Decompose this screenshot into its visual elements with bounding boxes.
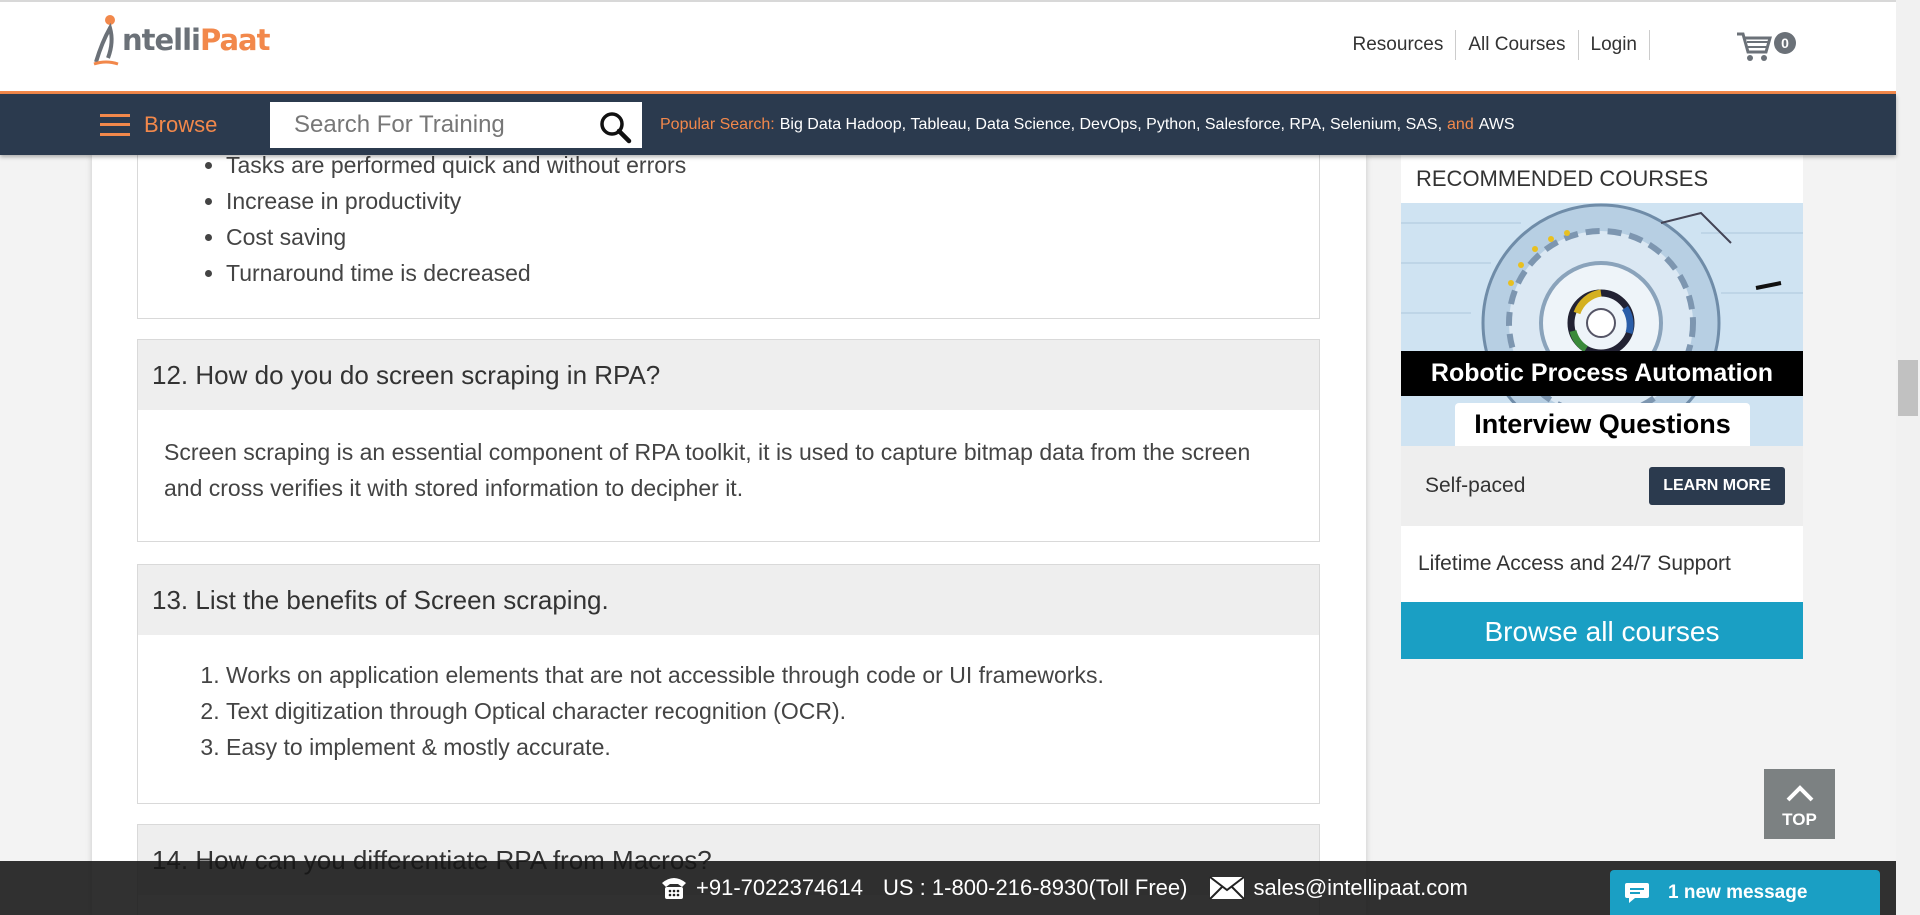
chat-bubble-icon [1625, 882, 1649, 903]
benefits-list: Works on application elements that are n… [138, 657, 1319, 765]
divider [1649, 30, 1650, 60]
chat-widget-button[interactable]: 1 new message [1610, 870, 1880, 915]
popular-link-selenium[interactable]: Selenium [1330, 116, 1397, 134]
cart-count-badge: 0 [1774, 32, 1796, 54]
logo-text: ntelliPaat [122, 23, 270, 57]
self-paced-row: Self-paced LEARN MORE [1401, 446, 1803, 526]
browse-menu-button[interactable]: Browse [100, 94, 217, 155]
benefits-list: Tasks are performed quick and without er… [138, 147, 1319, 291]
self-paced-label: Self-paced [1425, 474, 1526, 497]
qa-card-12: 12. How do you do screen scraping in RPA… [137, 339, 1320, 542]
question-heading: 13. List the benefits of Screen scraping… [138, 565, 1319, 635]
us-toll-free-number[interactable]: US : 1-800-216-8930(Toll Free) [883, 875, 1187, 901]
list-item: Turnaround time is decreased [226, 255, 1319, 291]
popular-link-tableau[interactable]: Tableau [910, 116, 966, 134]
qa-card-13: 13. List the benefits of Screen scraping… [137, 564, 1320, 804]
popular-link-big-data-hadoop[interactable]: Big Data Hadoop [780, 116, 902, 134]
question-heading: 12. How do you do screen scraping in RPA… [138, 340, 1319, 410]
popular-link-python[interactable]: Python [1146, 116, 1196, 134]
popular-link-rpa[interactable]: RPA [1289, 116, 1321, 134]
course-subtitle-band: Interview Questions [1455, 403, 1750, 446]
course-thumbnail[interactable]: Robotic Process Automation Interview Que… [1401, 203, 1803, 446]
back-to-top-button[interactable]: TOP [1764, 769, 1835, 839]
intellipaat-logo[interactable]: ntelliPaat [92, 12, 270, 68]
top-links: Resources All Courses Login [1341, 30, 1650, 60]
search-input[interactable] [270, 103, 590, 147]
browse-all-courses-button[interactable]: Browse all courses [1401, 602, 1803, 659]
popular-link-data-science[interactable]: Data Science [975, 116, 1070, 134]
popular-link-salesforce[interactable]: Salesforce [1205, 116, 1281, 134]
recommended-sidebar: RECOMMENDED COURSES Robotic Process Auto… [1401, 155, 1803, 659]
all-courses-link[interactable]: All Courses [1456, 30, 1577, 60]
course-title-band: Robotic Process Automation [1401, 351, 1803, 396]
search-box [270, 102, 642, 148]
popular-link-devops[interactable]: DevOps [1079, 116, 1137, 134]
list-item: Text digitization through Optical charac… [226, 693, 1319, 729]
sales-email[interactable]: sales@intellipaat.com [1253, 875, 1467, 901]
scrollbar-thumb[interactable] [1898, 360, 1918, 416]
phone-icon [662, 878, 686, 899]
qa-answer: Screen scraping is an essential componen… [164, 439, 1251, 501]
popular-and-text: and [1447, 115, 1474, 133]
list-item: Works on application elements that are n… [226, 657, 1319, 693]
page-scrollbar[interactable] [1896, 0, 1920, 915]
nav-bar: Browse Popular Search: Big Data Hadoop, … [0, 94, 1896, 155]
popular-link-sas[interactable]: SAS [1406, 116, 1438, 134]
login-link[interactable]: Login [1579, 30, 1650, 60]
site-header: ntelliPaat Resources All Courses Login 0 [0, 0, 1896, 94]
search-icon[interactable] [598, 110, 632, 144]
top-label: TOP [1782, 810, 1817, 829]
cart-icon [1737, 32, 1772, 61]
hamburger-icon [100, 113, 130, 136]
list-item: Easy to implement & mostly accurate. [226, 729, 1319, 765]
qa-answer: Works on application elements that are n… [138, 635, 1319, 765]
mail-icon [1209, 876, 1246, 900]
resources-link[interactable]: Resources [1341, 30, 1456, 60]
phone-number[interactable]: +91-7022374614 [696, 875, 863, 901]
learn-more-button[interactable]: LEARN MORE [1649, 467, 1785, 505]
popular-search: Popular Search: Big Data Hadoop, Tableau… [660, 115, 1515, 134]
popular-search-label: Popular Search: [660, 115, 775, 133]
recommended-heading: RECOMMENDED COURSES [1401, 155, 1803, 203]
list-item: Increase in productivity [226, 183, 1319, 219]
popular-link-aws[interactable]: AWS [1479, 116, 1515, 134]
contact-row: +91-7022374614 US : 1-800-216-8930(Toll … [660, 861, 1468, 915]
browse-label: Browse [144, 111, 218, 137]
chevron-up-icon [1786, 785, 1813, 802]
logo-figure-icon [93, 15, 119, 66]
list-item: Cost saving [226, 219, 1319, 255]
chat-message-label: 1 new message [1668, 881, 1808, 903]
cart-button[interactable]: 0 [1736, 28, 1796, 64]
lifetime-access-text: Lifetime Access and 24/7 Support [1401, 526, 1803, 602]
